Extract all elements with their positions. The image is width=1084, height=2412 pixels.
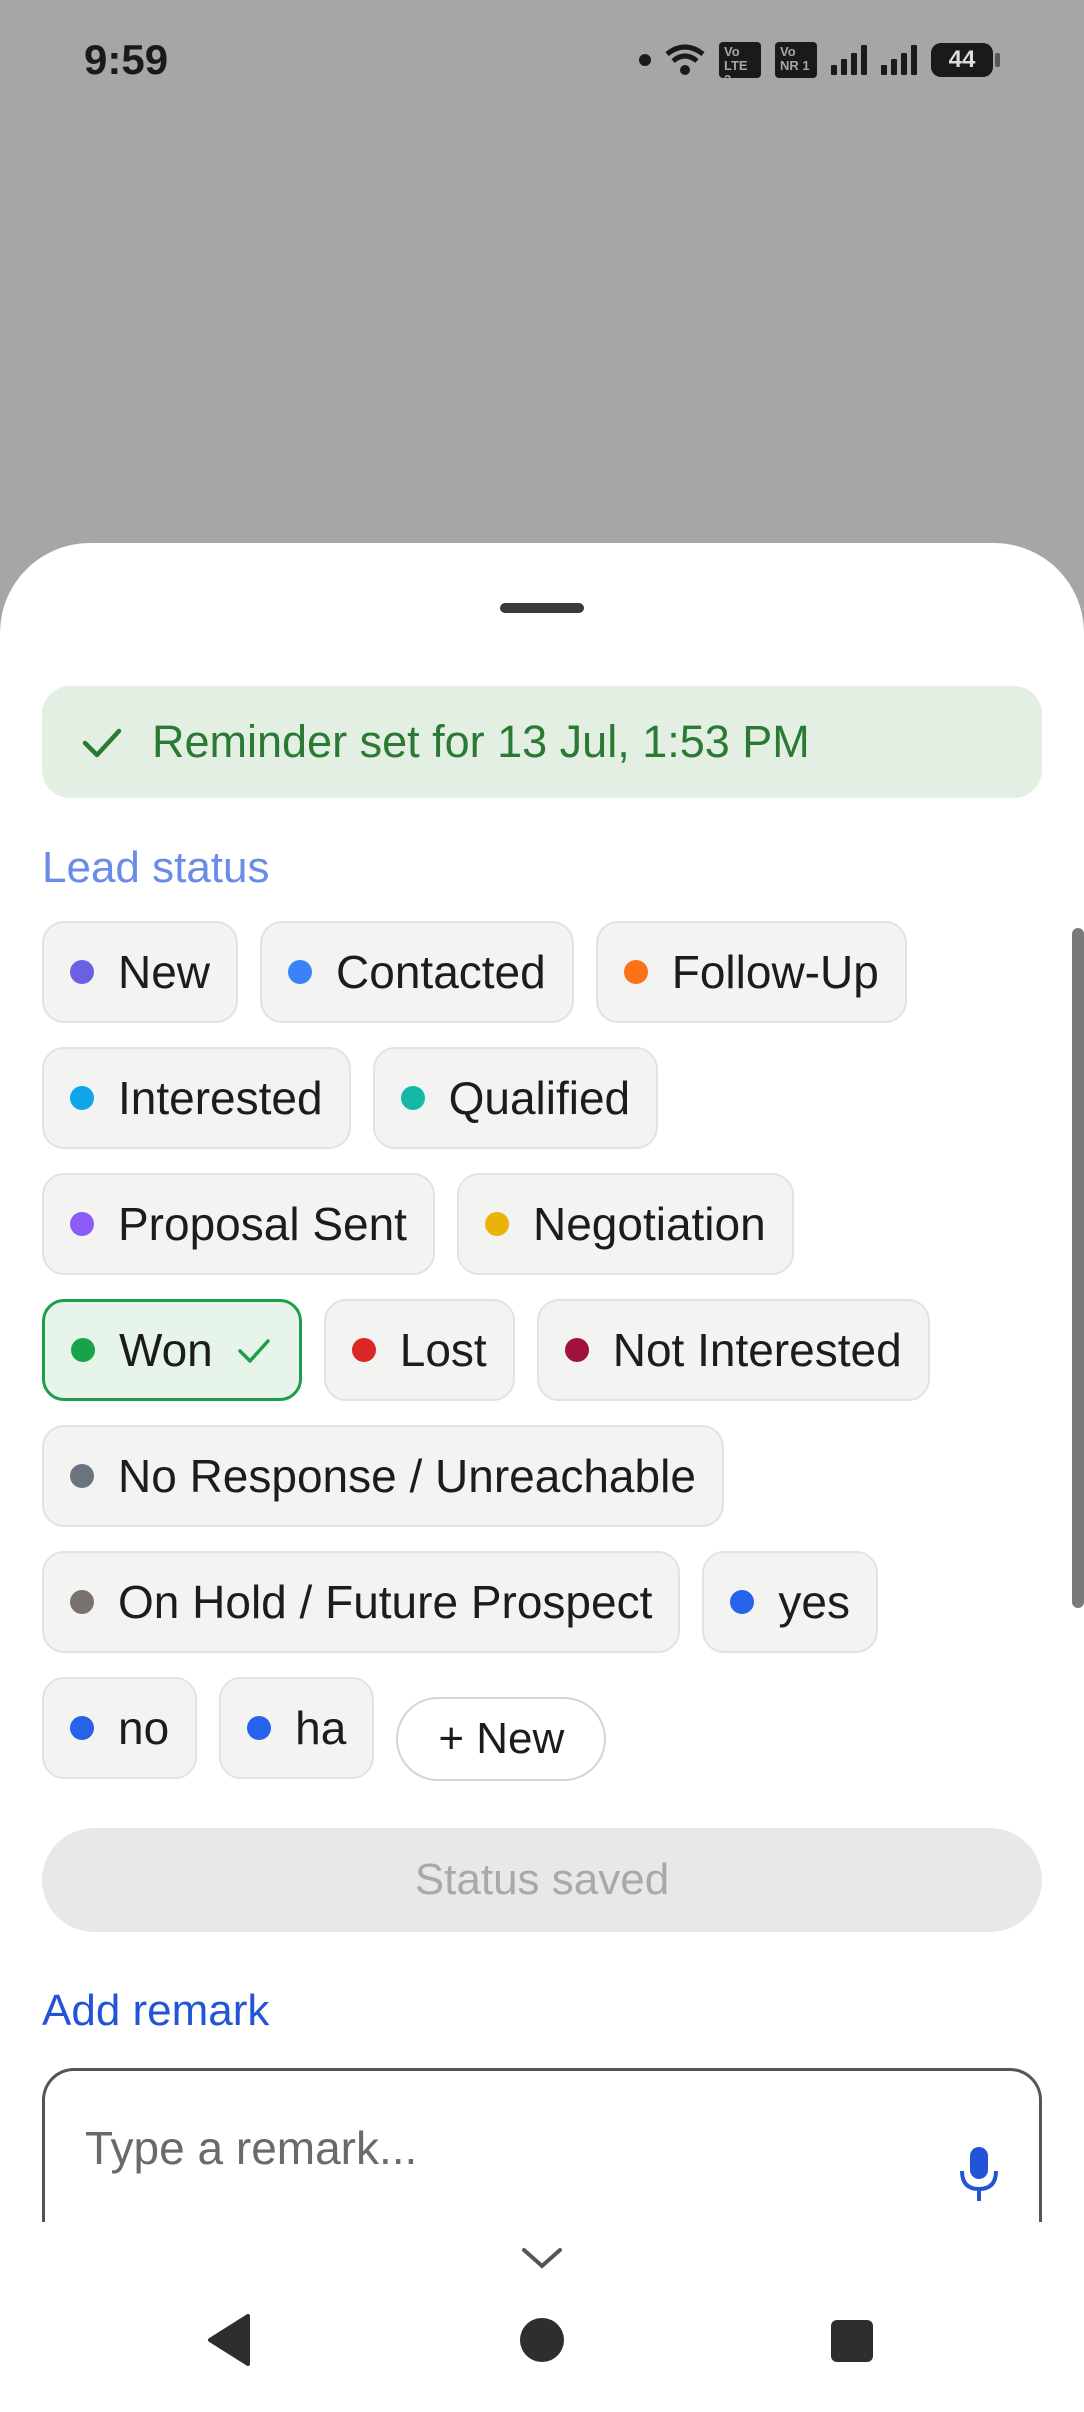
status-chip-won[interactable]: Won [42, 1299, 302, 1401]
status-chip-qualified[interactable]: Qualified [372, 1047, 659, 1149]
lead-status-label: Lead status [42, 843, 270, 892]
status-chip-label: Follow-Up [671, 946, 879, 998]
screen: 9:59 Vo LTE 2 Vo NR 1 44 [0, 0, 1084, 2412]
notification-dot-icon [639, 54, 651, 66]
battery-icon: 44 [931, 43, 1000, 77]
status-chip-not-interested[interactable]: Not Interested [536, 1299, 930, 1401]
status-chip-label: yes [778, 1576, 850, 1628]
status-saved-button[interactable]: Status saved [42, 1828, 1042, 1932]
status-chip-label: no [118, 1702, 170, 1754]
status-dot-icon [247, 1716, 272, 1740]
navigation-bar [0, 2222, 1084, 2412]
status-chip-on-hold-future-prospect[interactable]: On Hold / Future Prospect [42, 1551, 681, 1653]
status-chip-label: Interested [118, 1072, 323, 1124]
status-chip-label: On Hold / Future Prospect [118, 1576, 653, 1628]
chevron-down-icon[interactable] [520, 2242, 564, 2272]
signal-1-icon [831, 45, 867, 75]
status-dot-icon [70, 1086, 94, 1110]
status-chip-proposal-sent[interactable]: Proposal Sent [42, 1173, 435, 1275]
status-dot-icon [70, 960, 94, 984]
bottom-sheet: Reminder set for 13 Jul, 1:53 PM Lead st… [0, 543, 1084, 2228]
status-chip-new[interactable]: New [42, 921, 239, 1023]
status-dot-icon [400, 1086, 425, 1110]
back-icon[interactable] [204, 2312, 254, 2368]
check-icon [82, 728, 122, 758]
status-dot-icon [71, 1338, 95, 1362]
status-dot-icon [70, 1212, 94, 1236]
status-chip-lost[interactable]: Lost [323, 1299, 515, 1401]
status-dot-icon [623, 960, 648, 984]
status-chip-label: Proposal Sent [118, 1198, 407, 1250]
add-remark-label: Add remark [42, 1986, 270, 2035]
status-chip-follow-up[interactable]: Follow-Up [595, 921, 907, 1023]
add-new-status-button[interactable]: + New [396, 1697, 607, 1781]
battery-level: 44 [931, 43, 993, 77]
status-chip-negotiation[interactable]: Negotiation [456, 1173, 794, 1275]
home-icon[interactable] [520, 2318, 564, 2362]
status-dot-icon [70, 1716, 94, 1740]
status-dot-icon [70, 1590, 94, 1614]
status-chip-label: Not Interested [612, 1324, 902, 1376]
status-chip-yes[interactable]: yes [702, 1551, 878, 1653]
status-dot-icon [351, 1338, 376, 1362]
status-chip-label: New [118, 946, 211, 998]
check-icon [238, 1339, 270, 1363]
lead-status-chips: New Contacted Follow-Up Interested Qualified… [42, 921, 1052, 1781]
status-chip-interested[interactable]: Interested [42, 1047, 351, 1149]
status-chip-label: Contacted [336, 946, 546, 998]
status-dot-icon [288, 960, 313, 984]
wifi-icon [665, 44, 705, 75]
status-chip-label: Qualified [448, 1072, 631, 1124]
sim1-icon: Vo LTE 2 [719, 42, 761, 78]
status-bar: 9:59 Vo LTE 2 Vo NR 1 44 [0, 0, 1084, 130]
status-chip-label: Won [119, 1324, 213, 1376]
sim2-icon: Vo NR 1 [775, 42, 817, 78]
status-chip-label: Negotiation [532, 1198, 766, 1250]
status-chip-no-response-unreachable[interactable]: No Response / Unreachable [42, 1425, 724, 1527]
microphone-icon[interactable] [955, 2145, 1003, 2203]
status-dot-icon [730, 1590, 755, 1614]
status-icons: Vo LTE 2 Vo NR 1 44 [639, 42, 1000, 78]
status-dot-icon [564, 1338, 589, 1362]
status-dot-icon [70, 1464, 94, 1488]
remark-field[interactable] [42, 2068, 1042, 2228]
recents-icon[interactable] [831, 2320, 873, 2362]
reminder-banner: Reminder set for 13 Jul, 1:53 PM [42, 686, 1042, 798]
status-chip-label: Lost [399, 1324, 487, 1376]
remark-input[interactable] [85, 2121, 885, 2175]
scrollbar[interactable] [1072, 928, 1084, 1608]
status-chip-no[interactable]: no [42, 1677, 198, 1779]
clock: 9:59 [84, 36, 169, 83]
status-chip-label: No Response / Unreachable [118, 1450, 696, 1502]
status-chip-label: ha [295, 1702, 347, 1754]
drag-handle[interactable] [500, 603, 584, 613]
status-chip-ha[interactable]: ha [219, 1677, 375, 1779]
status-dot-icon [484, 1212, 509, 1236]
reminder-text: Reminder set for 13 Jul, 1:53 PM [152, 716, 810, 767]
status-chip-contacted[interactable]: Contacted [260, 921, 574, 1023]
signal-2-icon [881, 45, 917, 75]
